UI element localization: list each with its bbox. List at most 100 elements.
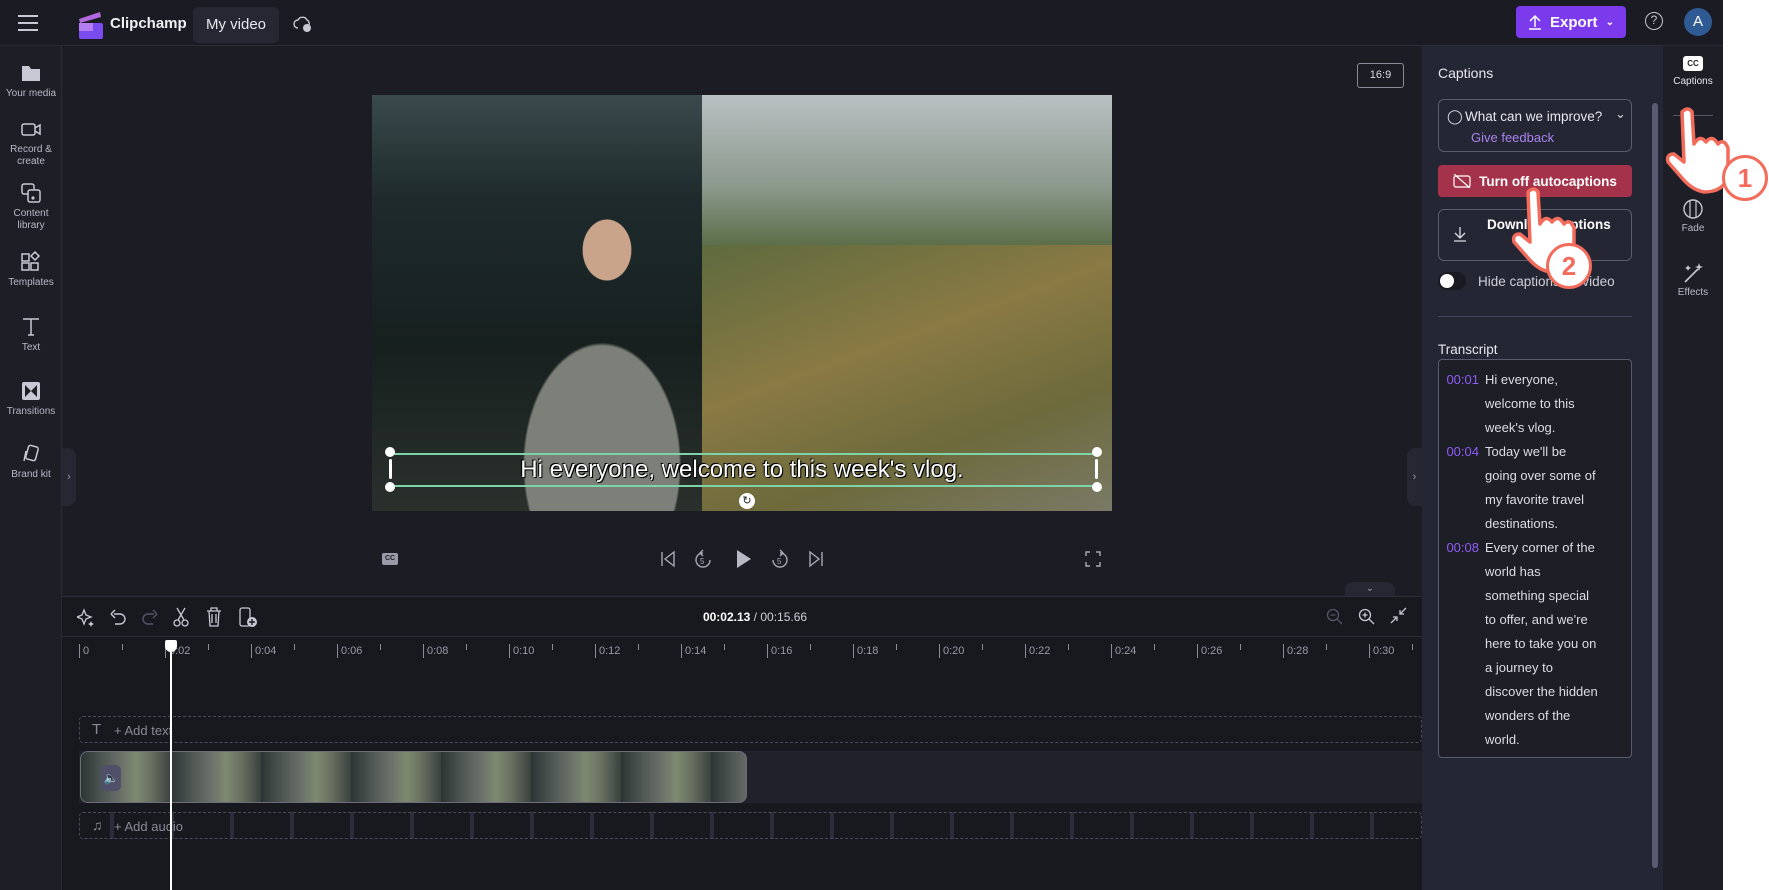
export-button[interactable]: Export ⌄ [1516,6,1626,38]
transcript-timestamp[interactable] [1443,584,1485,608]
project-title-field[interactable]: My video [193,7,279,43]
undo-icon[interactable] [110,608,126,626]
fullscreen-icon[interactable] [1085,551,1101,567]
zoom-out-icon[interactable] [1326,608,1343,625]
transcript-line[interactable]: destinations. [1443,512,1631,536]
rewind-5-icon[interactable]: 5 [694,549,712,569]
transcript-box[interactable]: 00:01 Hi everyone, welcome to this week's v… [1438,359,1632,758]
sidebar-item-transitions[interactable]: Transitions [0,380,62,418]
transcript-line[interactable]: 00:04 Today we'll be [1443,440,1631,464]
resize-handle[interactable] [1092,482,1102,492]
transcript-timestamp[interactable] [1443,512,1485,536]
transcript-line[interactable]: discover the hidden [1443,680,1631,704]
aspect-ratio-button[interactable]: 16:9 [1357,63,1404,88]
help-icon[interactable]: ? [1645,12,1663,30]
transcript-line[interactable]: my favorite travel [1443,488,1631,512]
transcript-line[interactable]: a journey to [1443,656,1631,680]
volume-icon[interactable]: 🔈 [101,765,121,791]
transcript-timestamp[interactable] [1443,464,1485,488]
transcript-timestamp[interactable]: 00:01 [1443,368,1485,392]
feedback-box[interactable]: ◯ What can we improve? ⌄ Give feedback [1438,99,1632,152]
expand-right-panel-button[interactable]: › [1407,448,1422,506]
playhead[interactable] [164,640,177,890]
transcript-timestamp[interactable] [1443,704,1485,728]
caption-overlay-text[interactable]: Hi everyone, welcome to this week's vlog… [372,453,1112,487]
resize-handle[interactable] [1092,447,1102,457]
skip-to-end-icon[interactable] [808,550,824,568]
ruler-tick-label: 0:20 [939,644,964,658]
transcript-line[interactable]: world has [1443,560,1631,584]
rotate-handle-icon[interactable]: ↻ [739,493,755,509]
transcript-line[interactable]: week's vlog. [1443,416,1631,440]
split-scissors-icon[interactable] [173,607,189,627]
transcript-timestamp[interactable] [1443,416,1485,440]
resize-handle[interactable] [385,482,395,492]
delete-icon[interactable] [206,607,222,627]
transcript-timestamp[interactable] [1443,680,1485,704]
transcript-timestamp[interactable]: 00:08 [1443,536,1485,560]
fit-timeline-icon[interactable] [1390,607,1407,624]
ruler-minor-tick [466,644,467,650]
avatar[interactable]: A [1684,8,1712,36]
transcript-line[interactable]: here to take you on [1443,632,1631,656]
rail-item-effects[interactable]: Effects [1663,262,1723,298]
transcript-timestamp[interactable] [1443,632,1485,656]
transcript-timestamp[interactable]: 00:04 [1443,440,1485,464]
transcript-line[interactable]: world. [1443,728,1631,752]
chevron-down-icon[interactable]: ⌄ [1615,106,1626,122]
panel-scrollbar[interactable] [1652,103,1658,868]
cc-toggle-icon[interactable]: CC [382,553,398,565]
forward-5-icon[interactable]: 5 [771,549,789,569]
text-track[interactable]: T + Add text [79,716,1422,743]
skip-to-start-icon[interactable] [660,550,676,568]
video-preview[interactable]: Hi everyone, welcome to this week's vlog… [372,95,1112,511]
ruler-tick-label: 0:22 [1025,644,1050,658]
transcript-timestamp[interactable] [1443,608,1485,632]
sidebar-item-record-create[interactable]: Record & create [0,118,62,168]
transcript-timestamp[interactable] [1443,392,1485,416]
sidebar-item-templates[interactable]: Templates [0,251,62,289]
ruler-minor-tick [294,644,295,650]
transcript-line[interactable]: something special [1443,584,1631,608]
transcript-timestamp[interactable] [1443,656,1485,680]
transcript-timestamp[interactable] [1443,488,1485,512]
resize-handle[interactable] [385,447,395,457]
rail-label: Effects [1677,287,1709,298]
transcript-line[interactable]: wonders of the [1443,704,1631,728]
add-audio-label[interactable]: + Add audio [114,819,183,834]
hamburger-menu-icon[interactable] [18,14,40,32]
zoom-in-icon[interactable] [1358,608,1375,625]
transcript-line[interactable]: to offer, and we're [1443,608,1631,632]
add-media-icon[interactable] [239,607,257,628]
app-name: Clipchamp [110,15,187,32]
magic-icon[interactable] [77,607,95,627]
transcript-timestamp[interactable] [1443,728,1485,752]
sidebar-item-text[interactable]: Text [0,316,62,354]
transcript-line[interactable]: going over some of [1443,464,1631,488]
divider [1438,316,1632,317]
expand-left-panel-button[interactable]: › [62,448,76,506]
transcript-text: discover the hidden [1485,684,1598,699]
folder-icon [22,66,40,81]
rail-item-captions[interactable]: CC Captions [1663,56,1723,87]
collapse-timeline-button[interactable]: ⌄ [1345,582,1395,597]
hide-captions-toggle[interactable] [1438,272,1466,290]
sidebar-item-content-library[interactable]: Content library [0,182,62,232]
add-text-label[interactable]: + Add text [114,723,172,738]
resize-handle[interactable] [1095,459,1098,479]
resize-handle[interactable] [389,459,392,479]
playhead-handle[interactable] [164,640,177,652]
audio-track[interactable]: ♫ + Add audio [79,812,1422,839]
transcript-line[interactable]: welcome to this [1443,392,1631,416]
play-icon[interactable] [735,549,753,569]
sidebar-item-your-media[interactable]: Your media [0,62,62,100]
transitions-icon [22,382,40,400]
sidebar-item-brand-kit[interactable]: Brand kit [0,443,62,481]
sidebar-label: Text [21,342,41,353]
cloud-sync-icon[interactable] [293,15,313,33]
video-clip[interactable]: 🔈 [80,751,747,803]
transcript-line[interactable]: 00:08 Every corner of the [1443,536,1631,560]
transcript-timestamp[interactable] [1443,560,1485,584]
give-feedback-link[interactable]: Give feedback [1471,130,1554,145]
transcript-line[interactable]: 00:01 Hi everyone, [1443,368,1631,392]
